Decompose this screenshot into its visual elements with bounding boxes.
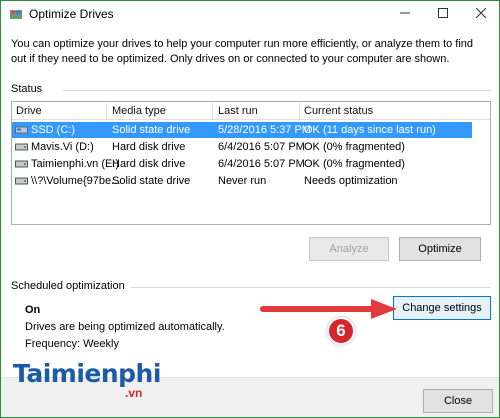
schedule-frequency: Frequency: Weekly <box>25 338 119 350</box>
maximize-button[interactable] <box>425 1 461 25</box>
drives-table[interactable]: Drive Media type Last run Current status… <box>11 101 491 225</box>
current-status: OK (0% fragmented) <box>304 141 405 153</box>
drive-name: SSD (C:) <box>31 124 75 136</box>
status-section-label: Status <box>11 83 43 95</box>
defrag-icon <box>10 10 22 19</box>
last-run: 6/4/2016 5:07 PM <box>218 141 305 153</box>
current-status: OK (0% fragmented) <box>304 158 405 170</box>
maximize-icon <box>438 8 448 18</box>
scheduled-divider <box>131 287 491 288</box>
watermark-logo: Taimienphi <box>13 359 161 388</box>
column-header-current-status[interactable]: Current status <box>304 105 373 117</box>
minimize-button[interactable] <box>387 1 423 25</box>
optimize-button[interactable]: Optimize <box>399 237 481 261</box>
change-settings-button[interactable]: Change settings <box>393 296 491 320</box>
close-icon <box>476 8 486 18</box>
last-run: 6/4/2016 5:07 PM <box>218 158 305 170</box>
minimize-icon <box>400 12 410 14</box>
table-row[interactable]: Mavis.Vi (D:) Hard disk drive 6/4/2016 5… <box>12 139 472 155</box>
last-run: Never run <box>218 175 267 187</box>
hard-drive-icon <box>15 143 28 151</box>
table-row[interactable]: Taimienphi.vn (E:) Hard disk drive 6/4/2… <box>12 156 472 172</box>
ssd-drive-icon <box>15 126 28 134</box>
column-header-last-run[interactable]: Last run <box>218 105 258 117</box>
column-header-drive[interactable]: Drive <box>16 105 42 117</box>
pointer-arrow-icon <box>260 299 397 319</box>
column-divider[interactable] <box>106 102 107 120</box>
drive-name: \\?\Volume{97be... <box>31 175 121 187</box>
table-row[interactable]: \\?\Volume{97be... Solid state drive Nev… <box>12 173 472 189</box>
current-status: Needs optimization <box>304 175 398 187</box>
current-status: OK (11 days since last run) <box>304 124 436 136</box>
analyze-button[interactable]: Analyze <box>309 237 389 261</box>
window-title: Optimize Drives <box>29 7 114 21</box>
step-number-badge: 6 <box>327 317 355 345</box>
schedule-state: On <box>25 304 41 316</box>
close-window-button[interactable] <box>463 1 499 25</box>
optimize-drives-window: Optimize Drives You can optimize your dr… <box>0 0 500 418</box>
table-row[interactable]: SSD (C:) Solid state drive 5/28/2016 5:3… <box>12 122 472 138</box>
title-bar: Optimize Drives <box>1 1 499 27</box>
media-type: Hard disk drive <box>112 141 186 153</box>
media-type: Hard disk drive <box>112 158 186 170</box>
intro-text: You can optimize your drives to help you… <box>11 38 474 65</box>
status-divider <box>63 90 491 91</box>
drive-name: Mavis.Vi (D:) <box>31 141 94 153</box>
watermark-suffix: .vn <box>125 386 143 400</box>
hard-drive-icon <box>15 160 28 168</box>
last-run: 5/28/2016 5:37 PM <box>218 124 311 136</box>
media-type: Solid state drive <box>112 124 191 136</box>
hard-drive-icon <box>15 177 28 185</box>
close-button[interactable]: Close <box>423 389 493 413</box>
drive-name: Taimienphi.vn (E:) <box>31 158 120 170</box>
column-header-media-type[interactable]: Media type <box>112 105 166 117</box>
scheduled-section-label: Scheduled optimization <box>11 280 125 292</box>
media-type: Solid state drive <box>112 175 191 187</box>
table-header: Drive Media type Last run Current status <box>12 102 490 120</box>
column-divider[interactable] <box>212 102 213 120</box>
schedule-description: Drives are being optimized automatically… <box>25 321 225 333</box>
column-divider[interactable] <box>299 102 300 120</box>
